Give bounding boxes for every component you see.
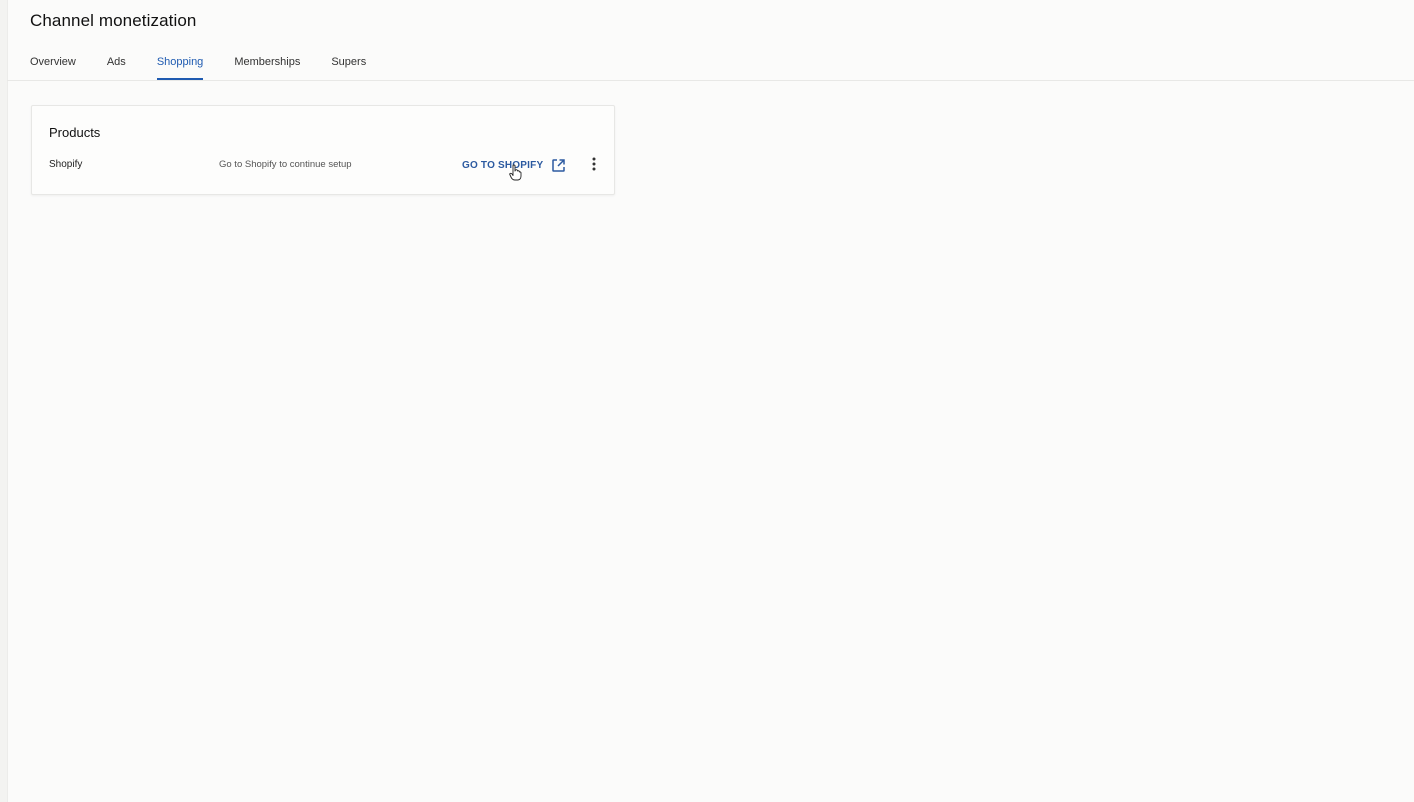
tab-shopping[interactable]: Shopping [156,50,203,80]
tabs-divider [7,80,1414,81]
products-card: Products Shopify Go to Shopify to contin… [31,105,615,195]
tab-memberships[interactable]: Memberships [234,50,300,80]
go-to-shopify-label: GO TO SHOPIFY [462,159,544,171]
left-edge-divider [0,0,8,802]
hand-cursor-icon [509,164,522,181]
tab-bar: Overview Ads Shopping Memberships Supers [30,50,397,80]
product-status: Go to Shopify to continue setup [219,159,352,170]
page-title: Channel monetization [30,11,197,30]
tab-supers[interactable]: Supers [331,50,366,80]
card-title: Products [49,125,101,140]
product-name: Shopify [49,159,83,170]
tab-overview[interactable]: Overview [30,50,76,80]
tab-ads[interactable]: Ads [107,50,126,80]
more-vert-icon [592,157,596,171]
more-options-button[interactable] [587,155,601,173]
external-link-icon [551,158,566,173]
